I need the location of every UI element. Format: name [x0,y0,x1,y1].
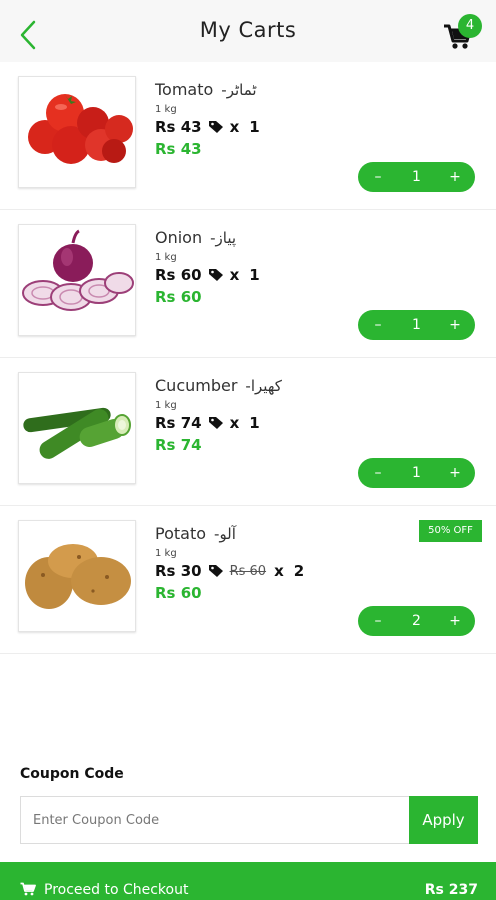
item-urdu-name: -کھیرا [245,377,282,395]
quantity-value: 2 [412,613,421,629]
tomato-image [18,76,136,188]
item-weight: 1 kg [155,252,177,263]
cart-item-potato: 50% OFF Potato -آلو 1 kg Rs 30 Rs 60 x 2 … [0,506,496,654]
increase-button[interactable]: + [435,310,475,340]
item-quantity-text: 1 [249,266,260,284]
item-name-row: Onion -پیاز [155,228,236,247]
increase-button[interactable]: + [435,458,475,488]
decrease-button[interactable]: – [358,606,398,636]
item-name: Tomato [155,80,214,99]
item-urdu-name: -پیاز [210,229,237,247]
quantity-value: 1 [412,169,421,185]
item-weight: 1 kg [155,104,177,115]
decrease-button[interactable]: – [358,162,398,192]
item-price-row: Rs 60 x 1 [155,266,260,284]
app-header: My Carts 4 [0,0,496,62]
cucumber-image [18,372,136,484]
page-title: My Carts [199,18,297,42]
item-total: Rs 60 [155,584,202,602]
item-name: Cucumber [155,376,238,395]
decrease-button[interactable]: – [358,310,398,340]
item-urdu-name: -آلو [214,525,236,543]
cart-item-cucumber: Cucumber -کھیرا 1 kg Rs 74 x 1 Rs 74 – 1 … [0,358,496,506]
checkout-total: Rs 237 [424,882,478,898]
increase-button[interactable]: + [435,162,475,192]
decrease-button[interactable]: – [358,458,398,488]
item-multiplier: x [229,414,240,432]
item-weight: 1 kg [155,400,177,411]
cart-list: Tomato -ٹماٹر 1 kg Rs 43 x 1 Rs 43 – 1 + [0,62,496,654]
item-multiplier: x [274,562,284,580]
cart-count-badge: 4 [458,14,482,38]
item-quantity-text: 1 [249,118,260,136]
item-urdu-name: -ٹماٹر [221,81,257,99]
item-name: Onion [155,228,203,247]
item-multiplier: x [229,118,240,136]
cart-item-onion: Onion -پیاز 1 kg Rs 60 x 1 Rs 60 – 1 + [0,210,496,358]
quantity-stepper: – 1 + [358,162,475,192]
item-price: Rs 60 [155,266,202,284]
cart-icon [20,882,36,896]
item-price-row: Rs 43 x 1 [155,118,260,136]
coupon-label: Coupon Code [20,766,124,782]
onion-image [18,224,136,336]
quantity-stepper: – 2 + [358,606,475,636]
item-quantity-text: 2 [293,562,305,580]
item-price-row: Rs 30 Rs 60 x 2 [155,562,304,580]
item-total: Rs 43 [155,140,202,158]
item-name-row: Potato -آلو [155,524,236,543]
quantity-stepper: – 1 + [358,310,475,340]
item-name: Potato [155,524,207,543]
item-price: Rs 30 [155,562,202,580]
checkout-label: Proceed to Checkout [44,882,189,898]
checkout-button[interactable]: Proceed to Checkout Rs 237 [0,862,496,900]
price-tag-icon [208,417,223,429]
item-name-row: Cucumber -کھیرا [155,376,282,395]
quantity-value: 1 [412,465,421,481]
apply-button[interactable]: Apply [409,796,478,844]
item-total: Rs 60 [155,288,202,306]
item-total: Rs 74 [155,436,202,454]
item-price-row: Rs 74 x 1 [155,414,260,432]
potato-image [18,520,136,632]
quantity-stepper: – 1 + [358,458,475,488]
increase-button[interactable]: + [435,606,475,636]
item-price: Rs 43 [155,118,202,136]
item-old-price: Rs 60 [229,563,267,579]
coupon-input[interactable] [21,797,409,843]
item-weight: 1 kg [155,548,177,559]
cart-item-tomato: Tomato -ٹماٹر 1 kg Rs 43 x 1 Rs 43 – 1 + [0,62,496,210]
price-tag-icon [208,565,223,577]
item-multiplier: x [229,266,240,284]
price-tag-icon [208,269,223,281]
item-name-row: Tomato -ٹماٹر [155,80,257,99]
quantity-value: 1 [412,317,421,333]
coupon-form: Apply [20,796,478,844]
price-tag-icon [208,121,223,133]
item-quantity-text: 1 [249,414,260,432]
discount-badge: 50% OFF [419,520,482,542]
item-price: Rs 74 [155,414,202,432]
